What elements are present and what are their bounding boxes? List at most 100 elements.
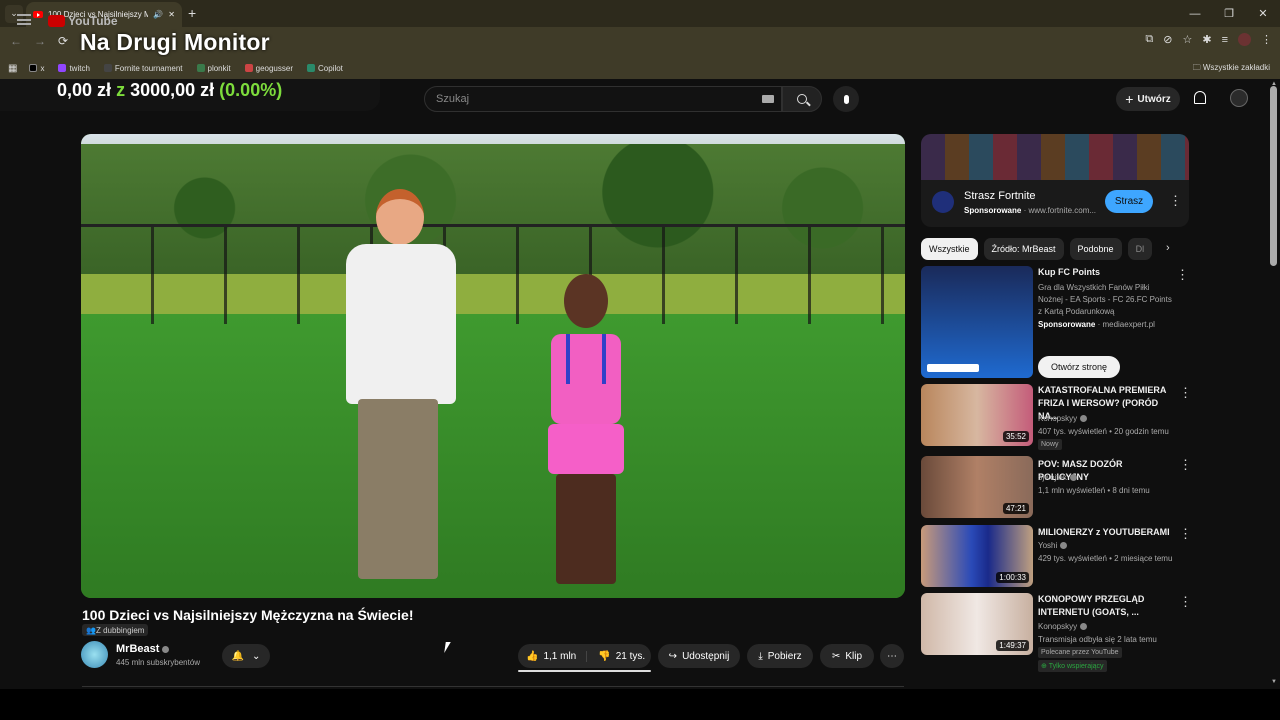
bookmark-plonkit[interactable]: plonkit <box>196 64 231 73</box>
search-icon <box>797 94 807 104</box>
channel-avatar[interactable] <box>81 641 108 668</box>
search-button[interactable] <box>782 86 822 112</box>
video-title: 100 Dzieci vs Najsilniejszy Mężczyzna na… <box>82 607 414 623</box>
more-actions-button[interactable]: ⋯ <box>880 644 904 668</box>
video-thumbnail: 35:52 <box>921 384 1033 446</box>
recommended-video[interactable]: 1:00:33 MILIONERZY z YOUTUBERAMI Yoshi 4… <box>921 525 1192 587</box>
video-thumbnail: 1:49:37 <box>921 593 1033 655</box>
chip-all[interactable]: Wszystkie <box>921 238 978 260</box>
fortnite-ad-card[interactable]: Strasz Fortnite Sponsorowane · www.fortn… <box>921 134 1189 227</box>
channel-name[interactable]: Konopskyy <box>1038 414 1088 423</box>
bookmarks-bar: ▦ x twitch Fornite tournament plonkit ge… <box>0 57 1280 79</box>
verified-icon <box>1060 542 1068 550</box>
item-more-icon[interactable]: ⋮ <box>1179 595 1192 608</box>
item-more-icon[interactable]: ⋮ <box>1176 268 1189 281</box>
hide-icon[interactable]: ⊘ <box>1163 33 1172 46</box>
recommended-badge: Polecane przez YouTube <box>1038 647 1122 658</box>
media-icon[interactable]: ≡ <box>1222 34 1228 46</box>
tab-strip: ⌄ 100 Dzieci vs Najsilniejszy M 🔊 ✕ + — … <box>0 0 1280 27</box>
video-meta: 407 tys. wyświetleń • 20 godzin temu <box>1038 427 1169 436</box>
video-meta: 429 tys. wyświetleń • 2 miesiące temu <box>1038 554 1173 563</box>
dubbing-badge[interactable]: 👥 Z dubbingiem <box>82 624 149 636</box>
bookmark-twitch[interactable]: twitch <box>58 64 90 73</box>
video-thumbnail: 47:21 <box>921 456 1033 518</box>
forward-icon[interactable]: → <box>34 34 46 48</box>
bookmark-star-icon[interactable]: ☆ <box>1182 33 1192 46</box>
youtube-favicon-icon <box>33 11 43 18</box>
like-ratio-bar <box>518 670 651 672</box>
share-button[interactable]: ↪ Udostępnij <box>658 644 740 668</box>
speaker-icon[interactable]: 🔊 <box>153 10 163 19</box>
cast-icon[interactable]: ⧉ <box>1145 33 1153 46</box>
item-more-icon[interactable]: ⋮ <box>1179 527 1192 540</box>
recommended-video[interactable]: 1:49:37 KONOPOWY PRZEGLĄD INTERNETU (GOA… <box>921 593 1192 673</box>
verified-icon <box>162 645 170 653</box>
fortnite-logo-icon <box>932 191 954 213</box>
filter-chips: Wszystkie Źródło: MrBeast Podobne Dl <box>921 238 1153 260</box>
channel-name[interactable]: Konopskyy <box>1038 622 1088 631</box>
channel-name[interactable]: Yoshi <box>1038 541 1068 550</box>
profile-avatar[interactable] <box>1238 33 1251 46</box>
bookmark-copilot[interactable]: Copilot <box>306 64 343 73</box>
channel-name[interactable]: MrBeast <box>116 643 170 655</box>
video-meta: 1,1 mln wyświetleń • 8 dni temu <box>1038 486 1150 495</box>
mouse-cursor-icon <box>444 642 451 653</box>
chip-similar[interactable]: Podobne <box>1069 238 1122 260</box>
all-bookmarks-folder[interactable]: 🗀 Wszystkie zakładki <box>1193 62 1270 76</box>
dislike-button[interactable]: 👎 21 tys. <box>592 651 645 662</box>
bell-icon: 🔔 <box>231 650 245 662</box>
notifications-bell-icon[interactable] <box>1194 91 1206 104</box>
subscription-bell-button[interactable]: 🔔 ⌄ <box>222 644 270 668</box>
maximize-button[interactable]: ❐ <box>1212 0 1246 27</box>
youtube-logo[interactable]: YouTube <box>48 14 118 28</box>
extensions-icon[interactable]: ✱ <box>1202 33 1211 46</box>
browser-menu-icon[interactable]: ⋮ <box>1261 33 1272 46</box>
youtube-logo-icon <box>48 15 65 27</box>
sponsored-item-fc-points[interactable]: Kup FC Points Gra dla Wszystkich Fanów P… <box>921 266 1189 378</box>
recommended-video[interactable]: 47:21 POV: MASZ DOZÓR POLICYJNY ojwojtek… <box>921 456 1192 518</box>
bookmark-fortnite-tournament[interactable]: Fornite tournament <box>103 64 183 73</box>
item-more-icon[interactable]: ⋮ <box>1179 458 1192 471</box>
search-input[interactable]: Szukaj <box>424 86 782 112</box>
new-badge: Nowy <box>1038 439 1062 450</box>
bookmark-x[interactable]: x <box>29 64 44 73</box>
clip-button[interactable]: ✂ Klip <box>820 644 874 668</box>
minimize-button[interactable]: — <box>1178 0 1212 27</box>
back-icon[interactable]: ← <box>10 34 22 48</box>
description-divider <box>82 686 904 687</box>
chip-more[interactable]: Dl <box>1127 238 1153 260</box>
voice-search-button[interactable] <box>833 86 859 112</box>
verified-icon <box>1080 415 1088 423</box>
recommended-video[interactable]: 35:52 KATASTROFALNA PREMIERA FRIZA I WER… <box>921 384 1192 450</box>
like-button[interactable]: 👍 1,1 mln <box>526 650 588 662</box>
chevron-right-icon[interactable]: › <box>1166 242 1170 254</box>
chip-source-mrbeast[interactable]: Źródło: MrBeast <box>983 238 1064 260</box>
ad-sponsor-line: Sponsorowane · www.fortnite.com... <box>964 206 1097 215</box>
scroll-down-arrow-icon[interactable]: ▼ <box>1271 679 1277 685</box>
reload-icon[interactable]: ⟳ <box>58 34 68 48</box>
verified-icon <box>1080 623 1088 631</box>
page-scrollbar[interactable] <box>1270 86 1277 266</box>
browser-toolbar-icons: ⧉ ⊘ ☆ ✱ ≡ ⋮ <box>1145 33 1272 46</box>
ad-more-icon[interactable]: ⋮ <box>1169 194 1182 207</box>
download-button[interactable]: ⤓ Pobierz <box>747 644 813 668</box>
new-tab-button[interactable]: + <box>188 5 196 21</box>
verified-icon <box>1069 474 1077 482</box>
ad-cta-button[interactable]: Strasz <box>1105 190 1153 213</box>
hamburger-menu-icon[interactable] <box>17 14 31 25</box>
item-more-icon[interactable]: ⋮ <box>1179 386 1192 399</box>
bookmark-geoguesser[interactable]: geogusser <box>244 64 293 73</box>
keyboard-icon[interactable] <box>762 95 774 103</box>
create-button[interactable]: + Utwórz <box>1116 87 1180 111</box>
window-controls: — ❐ ✕ <box>1178 0 1280 27</box>
close-tab-icon[interactable]: ✕ <box>168 10 175 19</box>
apps-grid-icon[interactable]: ▦ <box>8 63 17 74</box>
video-player[interactable] <box>81 134 905 598</box>
user-avatar[interactable] <box>1230 89 1248 107</box>
video-title: KONOPOWY PRZEGLĄD INTERNETU (GOATS, ... <box>1038 594 1145 617</box>
donation-goal-overlay: 0,00 zł z 3000,00 zł (0.00%) <box>57 80 283 100</box>
stream-overlay-title: Na Drugi Monitor <box>80 29 270 55</box>
channel-name[interactable]: ojwojtek <box>1038 473 1077 482</box>
open-site-button[interactable]: Otwórz stronę <box>1038 356 1120 378</box>
close-window-button[interactable]: ✕ <box>1246 0 1280 27</box>
